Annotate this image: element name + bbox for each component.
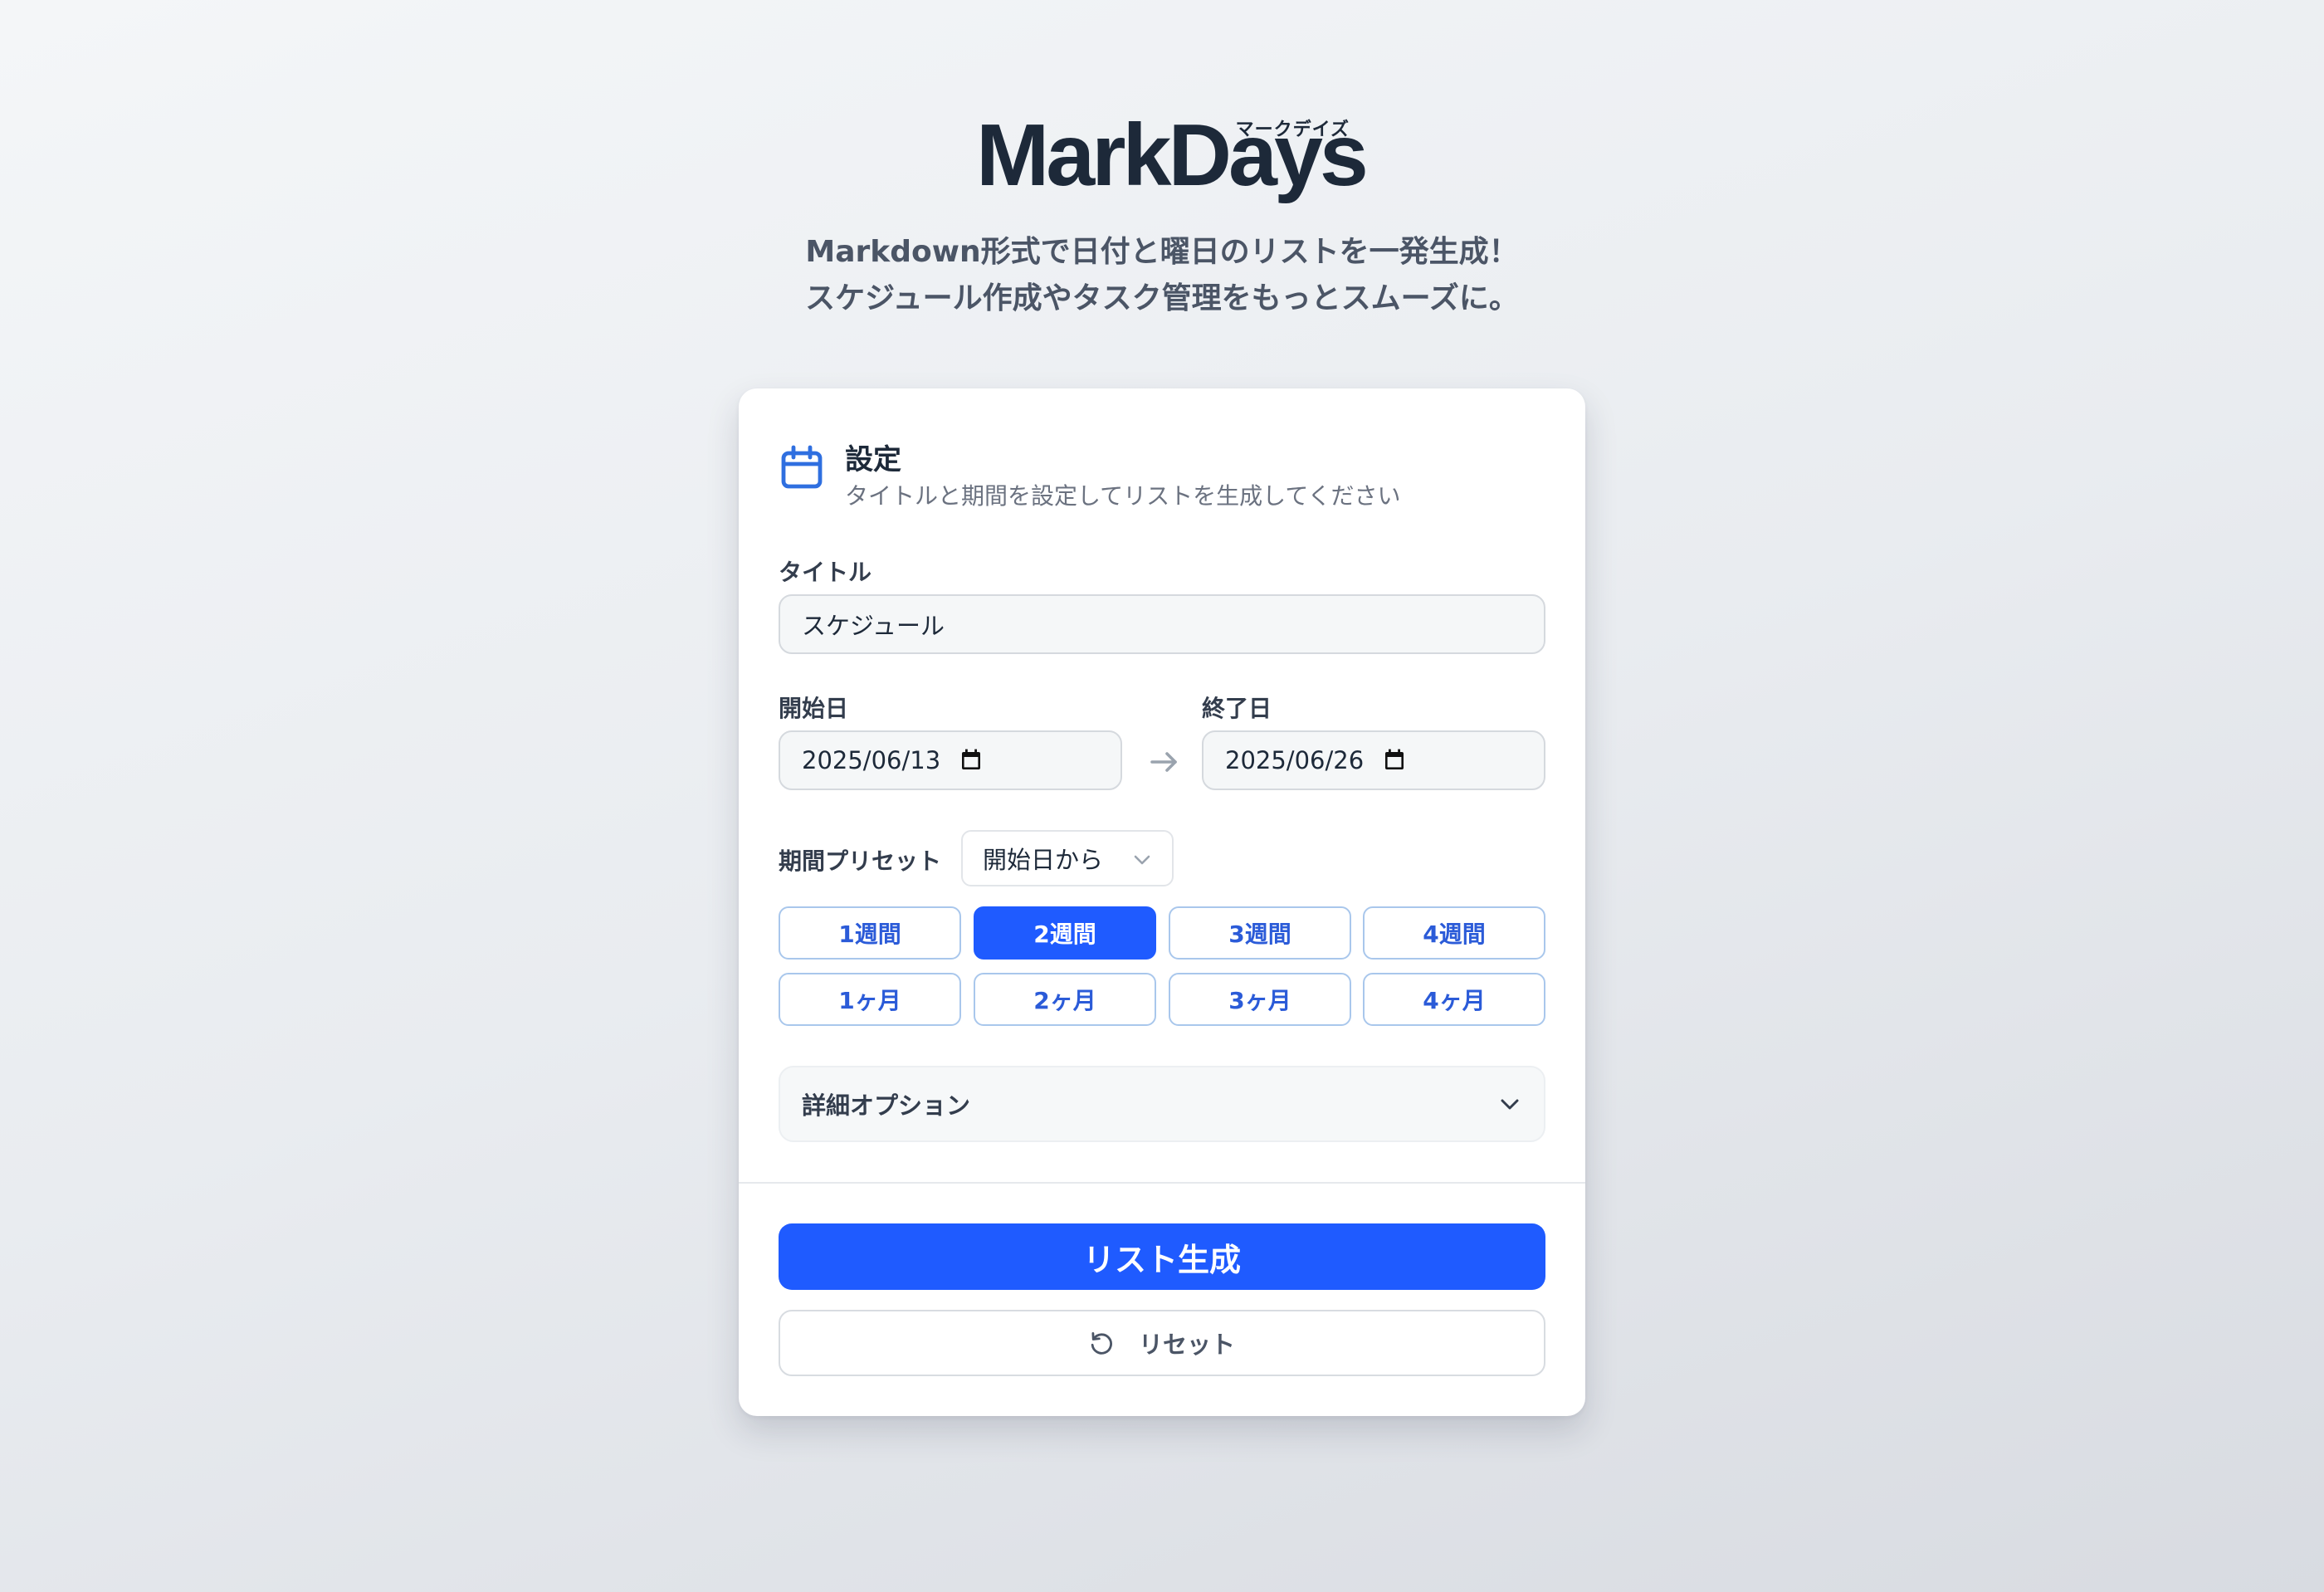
preset-2-weeks[interactable]: 2週間 — [974, 906, 1156, 960]
preset-1-week[interactable]: 1週間 — [779, 906, 961, 960]
preset-1-month[interactable]: 1ヶ月 — [779, 973, 961, 1026]
reset-label: リセット — [1138, 1331, 1235, 1359]
end-date-value: 2025/06/26 — [1225, 746, 1365, 774]
start-date-value: 2025/06/13 — [802, 746, 941, 774]
logo: MarkDays マークデイズ — [976, 106, 1369, 222]
calendar-picker-icon[interactable] — [961, 749, 981, 770]
logo-ruby: マークデイズ — [1235, 120, 1350, 140]
title-input-value: スケジュール — [802, 612, 945, 640]
tagline-line-2: スケジュール作成やタスク管理をもっとスムーズに。 — [805, 281, 1519, 315]
end-date-label: 終了日 — [1202, 695, 1272, 722]
preset-3-months[interactable]: 3ヶ月 — [1169, 973, 1351, 1026]
reset-button[interactable]: リセット — [779, 1310, 1545, 1376]
start-date-input[interactable]: 2025/06/13 — [779, 730, 1122, 790]
card-divider — [739, 1182, 1585, 1184]
chevron-down-icon — [1134, 855, 1150, 865]
preset-4-months[interactable]: 4ヶ月 — [1363, 973, 1545, 1026]
tagline-line-1: Markdown形式で日付と曜日のリストを一発生成！ — [805, 235, 1519, 269]
advanced-options-label: 詳細オプション — [802, 1091, 971, 1120]
advanced-options-toggle[interactable]: 詳細オプション — [779, 1066, 1545, 1142]
title-field-label: タイトル — [779, 559, 872, 586]
end-date-input[interactable]: 2025/06/26 — [1202, 730, 1545, 790]
preset-2-months[interactable]: 2ヶ月 — [974, 973, 1156, 1026]
settings-card: 設定 タイトルと期間を設定してリストを生成してください タイトル スケジュール … — [739, 388, 1585, 1416]
chevron-down-icon — [1501, 1099, 1519, 1110]
generate-list-button[interactable]: リスト生成 — [779, 1223, 1545, 1290]
card-title: 設定 — [845, 443, 901, 476]
start-date-label: 開始日 — [779, 695, 849, 722]
preset-3-weeks[interactable]: 3週間 — [1169, 906, 1351, 960]
preset-4-weeks[interactable]: 4週間 — [1363, 906, 1545, 960]
calendar-icon — [781, 445, 823, 489]
calendar-picker-icon[interactable] — [1384, 749, 1404, 770]
preset-select-value: 開始日から — [983, 846, 1104, 874]
preset-select[interactable]: 開始日から — [961, 830, 1174, 886]
reset-icon — [1091, 1331, 1112, 1355]
title-input[interactable]: スケジュール — [779, 594, 1545, 654]
arrow-right-icon — [1150, 752, 1177, 772]
card-subtitle: タイトルと期間を設定してリストを生成してください — [845, 482, 1401, 510]
preset-label: 期間プリセット — [779, 847, 942, 875]
